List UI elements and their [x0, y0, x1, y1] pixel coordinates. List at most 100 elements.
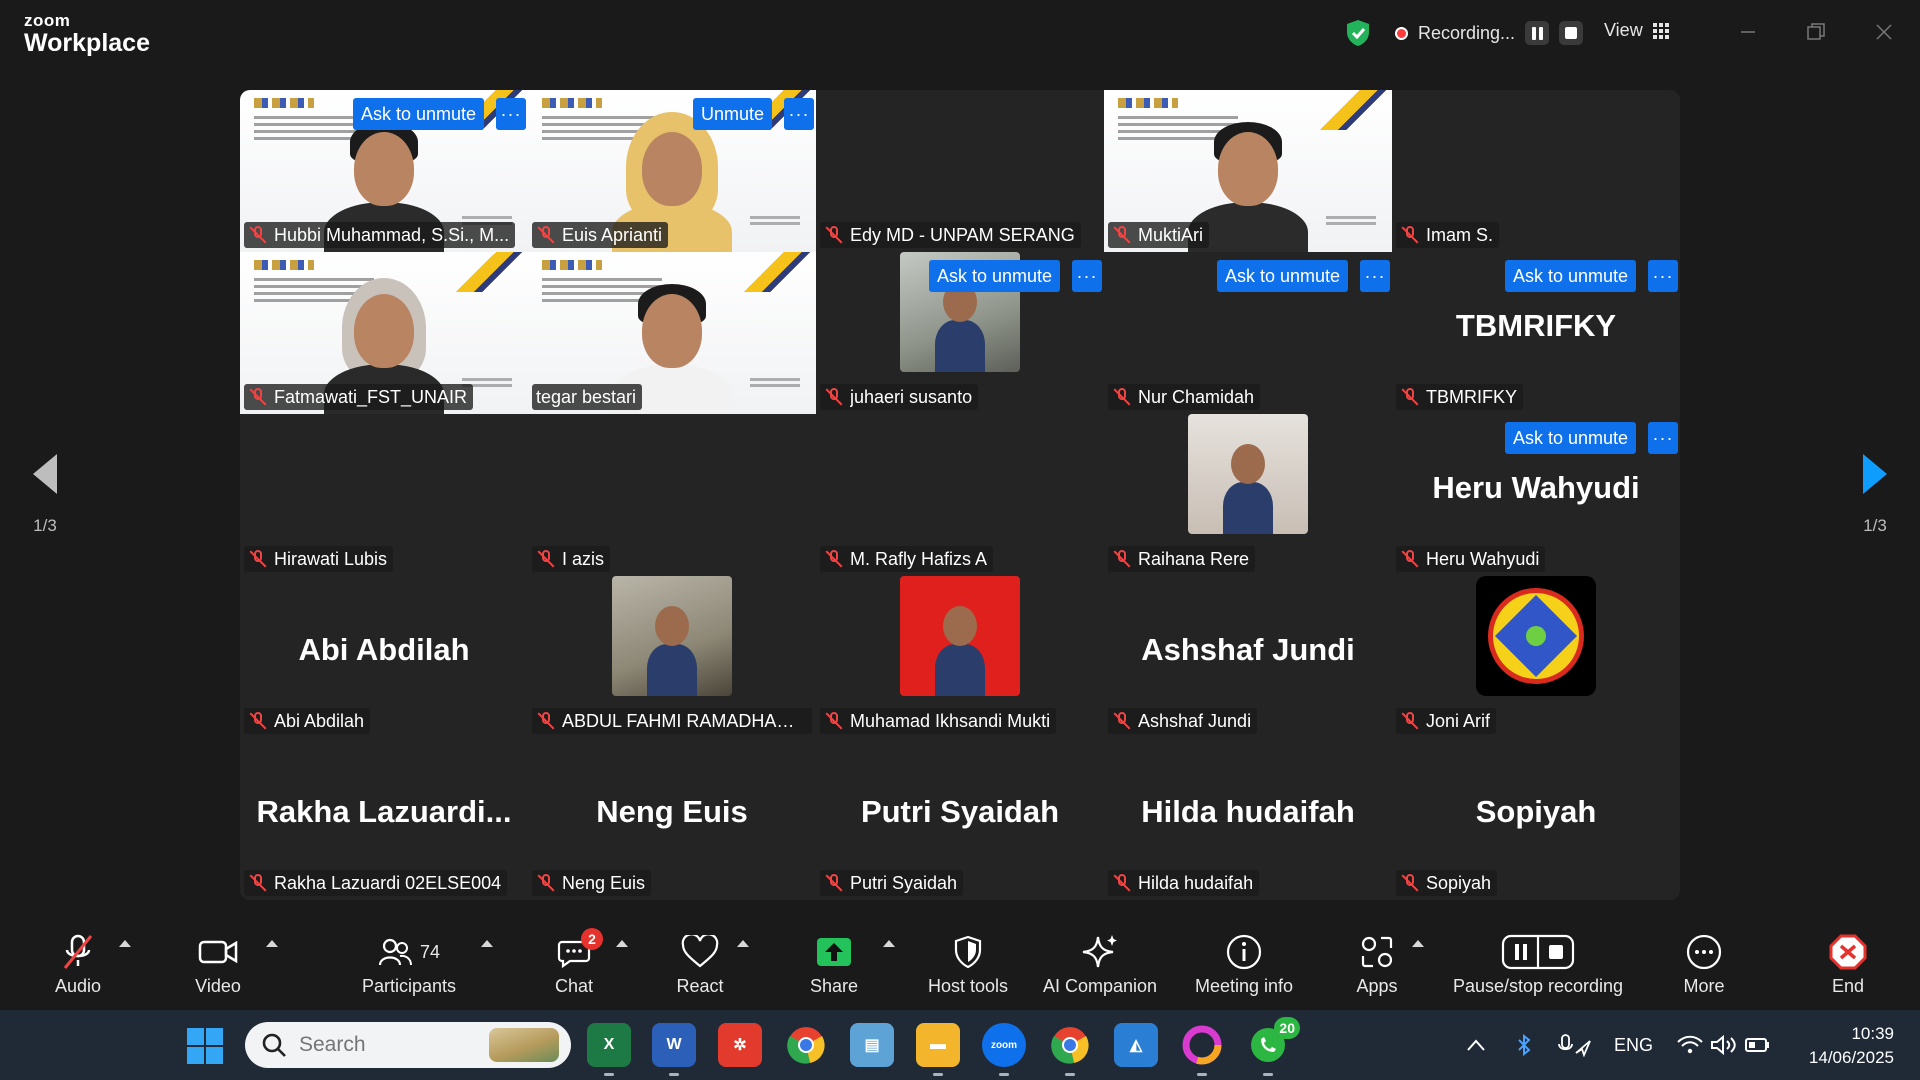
colorful-app-icon[interactable] [1180, 1023, 1224, 1076]
arrow-right-icon [1863, 454, 1887, 494]
mic-location-tray[interactable] [1558, 1010, 1592, 1080]
participant-tile[interactable]: Raihana Rere [1104, 414, 1392, 576]
stop-recording-button[interactable] [1559, 21, 1584, 45]
pause-recording-button[interactable] [1525, 21, 1550, 45]
participant-more-options-icon[interactable]: ··· [1072, 260, 1102, 292]
apps-options-caret-icon[interactable] [1412, 940, 1424, 947]
participant-name: Rakha Lazuardi 02ELSE004 [274, 872, 502, 893]
word-app-icon[interactable]: W [652, 1023, 696, 1076]
participant-tile[interactable]: Putri Syaidah Putri Syaidah [816, 738, 1104, 900]
participant-more-options-icon[interactable]: ··· [1360, 260, 1390, 292]
participant-more-options-icon[interactable]: ··· [784, 98, 814, 130]
participant-tile[interactable]: I azis [528, 414, 816, 576]
participant-tile[interactable]: Sopiyah Sopiyah [1392, 738, 1680, 900]
unmute-button[interactable]: Unmute [692, 98, 772, 130]
apps-button[interactable]: Apps [1354, 930, 1400, 1004]
audio-options-caret-icon[interactable] [119, 940, 131, 947]
chrome-profile-app-icon[interactable] [1048, 1023, 1092, 1076]
participant-tile[interactable]: Ask to unmute ··· Nur Chamidah [1104, 252, 1392, 414]
video-button[interactable]: Video [188, 930, 248, 1004]
chrome-icon [1051, 1027, 1089, 1064]
ask-to-unmute-button[interactable]: Ask to unmute [928, 260, 1060, 292]
participant-tile[interactable]: Unmute ··· Euis Aprianti [528, 90, 816, 252]
muted-microphone-icon [536, 549, 556, 569]
bluetooth-tray[interactable] [1516, 1010, 1532, 1080]
chat-button[interactable]: 2 Chat [550, 928, 603, 1004]
ask-to-unmute-button[interactable]: Ask to unmute [352, 98, 484, 130]
participant-tile[interactable]: Rakha Lazuardi... Rakha Lazuardi 02ELSE00… [240, 738, 528, 900]
participant-tile[interactable]: Ask to unmute ··· juhaeri susanto [816, 252, 1104, 414]
host-tools-button[interactable]: Host tools [922, 930, 1014, 1004]
photos-app-icon[interactable]: ◭ [1114, 1023, 1158, 1067]
muted-microphone-icon [824, 387, 844, 407]
show-hidden-icons[interactable] [1466, 1010, 1486, 1080]
pause-stop-recording-button[interactable]: Pause/stop recording [1448, 930, 1628, 1004]
minimize-button[interactable] [1728, 16, 1768, 48]
participant-tile[interactable]: Fatmawati_FST_UNAIR [240, 252, 528, 414]
participant-tile[interactable]: ABDUL FAHMI RAMADHAN ... [528, 576, 816, 738]
more-button[interactable]: More [1680, 930, 1728, 1004]
whatsapp-app-icon[interactable]: 20 [1246, 1017, 1300, 1076]
pause-icon [1531, 26, 1543, 40]
react-options-caret-icon[interactable] [737, 940, 749, 947]
ask-to-unmute-button[interactable]: Ask to unmute [1504, 422, 1636, 454]
participant-display-name: Hilda hudaifah [1141, 794, 1355, 829]
participant-tile[interactable]: MuktiAri [1104, 90, 1392, 252]
ai-companion-button[interactable]: AI Companion [1038, 930, 1162, 1004]
audio-button[interactable]: Audio [50, 930, 106, 1004]
system-clock[interactable]: 10:39 14/06/2025 [1798, 1022, 1894, 1070]
participants-options-caret-icon[interactable] [481, 940, 493, 947]
file-explorer-app-icon[interactable]: ▬ [916, 1023, 960, 1076]
participant-more-options-icon[interactable]: ··· [1648, 422, 1678, 454]
ask-to-unmute-button[interactable]: Ask to unmute [1216, 260, 1348, 292]
react-button[interactable]: React [672, 930, 728, 1004]
participant-more-options-icon[interactable]: ··· [496, 98, 526, 130]
excel-app-icon[interactable]: X [587, 1023, 631, 1076]
previous-page-button[interactable]: 1/3 [10, 430, 80, 560]
close-button[interactable] [1864, 16, 1904, 48]
participant-tile[interactable]: Abi Abdilah Abi Abdilah [240, 576, 528, 738]
ask-to-unmute-button[interactable]: Ask to unmute [1504, 260, 1636, 292]
meeting-info-button[interactable]: Meeting info [1188, 930, 1300, 1004]
chrome-app-icon[interactable] [784, 1023, 828, 1067]
taskbar-search[interactable] [245, 1022, 571, 1068]
participant-tile[interactable]: Heru Wahyudi Ask to unmute ··· Heru Wahyudi [1392, 414, 1680, 576]
participant-tile[interactable]: Ask to unmute ··· Hubbi Muhammad, S.Si., M… [240, 90, 528, 252]
chat-options-caret-icon[interactable] [616, 940, 628, 947]
share-options-caret-icon[interactable] [883, 940, 895, 947]
network-volume-battery-tray[interactable] [1676, 1010, 1772, 1080]
participant-name-label: M. Rafly Hafizs A [820, 546, 994, 572]
end-meeting-button[interactable]: End [1826, 930, 1870, 1004]
windows-start-icon[interactable] [187, 1028, 223, 1064]
zoom-app-icon[interactable]: zoom [982, 1023, 1026, 1076]
participant-tile[interactable]: TBMRIFKY Ask to unmute ··· TBMRIFKY [1392, 252, 1680, 414]
host-shield-icon [954, 935, 982, 969]
next-page-button[interactable]: 1/3 [1840, 430, 1910, 560]
maximize-button[interactable] [1796, 16, 1836, 48]
video-options-caret-icon[interactable] [266, 940, 278, 947]
participant-tile[interactable]: Hilda hudaifah Hilda hudaifah [1104, 738, 1392, 900]
info-icon [1226, 934, 1262, 970]
participant-tile[interactable]: Muhamad Ikhsandi Mukti [816, 576, 1104, 738]
participant-tile[interactable]: Joni Arif [1392, 576, 1680, 738]
red-app-icon[interactable]: ✲ [718, 1023, 762, 1067]
security-shield-icon[interactable] [1345, 19, 1371, 47]
language-indicator[interactable]: ENG [1614, 1010, 1653, 1080]
participant-tile[interactable]: M. Rafly Hafizs A [816, 414, 1104, 576]
participant-tile[interactable]: tegar bestari [528, 252, 816, 414]
participant-name: Putri Syaidah [850, 872, 958, 893]
participant-tile[interactable]: Imam S. [1392, 90, 1680, 252]
muted-microphone-icon [1400, 873, 1420, 893]
participant-tile[interactable]: Ashshaf Jundi Ashshaf Jundi [1104, 576, 1392, 738]
participant-tile[interactable]: Hirawati Lubis [240, 414, 528, 576]
participant-more-options-icon[interactable]: ··· [1648, 260, 1678, 292]
participants-button[interactable]: 74 Participants [356, 930, 462, 1004]
remote-desktop-app-icon[interactable]: ▤ [850, 1023, 894, 1067]
share-button[interactable]: Share [804, 930, 864, 1004]
more-ellipsis-icon [1686, 934, 1722, 970]
participant-name: juhaeri susanto [850, 386, 973, 407]
view-button[interactable]: View [1604, 20, 1669, 41]
participant-tile[interactable]: Edy MD - UNPAM SERANG [816, 90, 1104, 252]
search-input[interactable] [299, 1033, 479, 1057]
participant-tile[interactable]: Neng Euis Neng Euis [528, 738, 816, 900]
